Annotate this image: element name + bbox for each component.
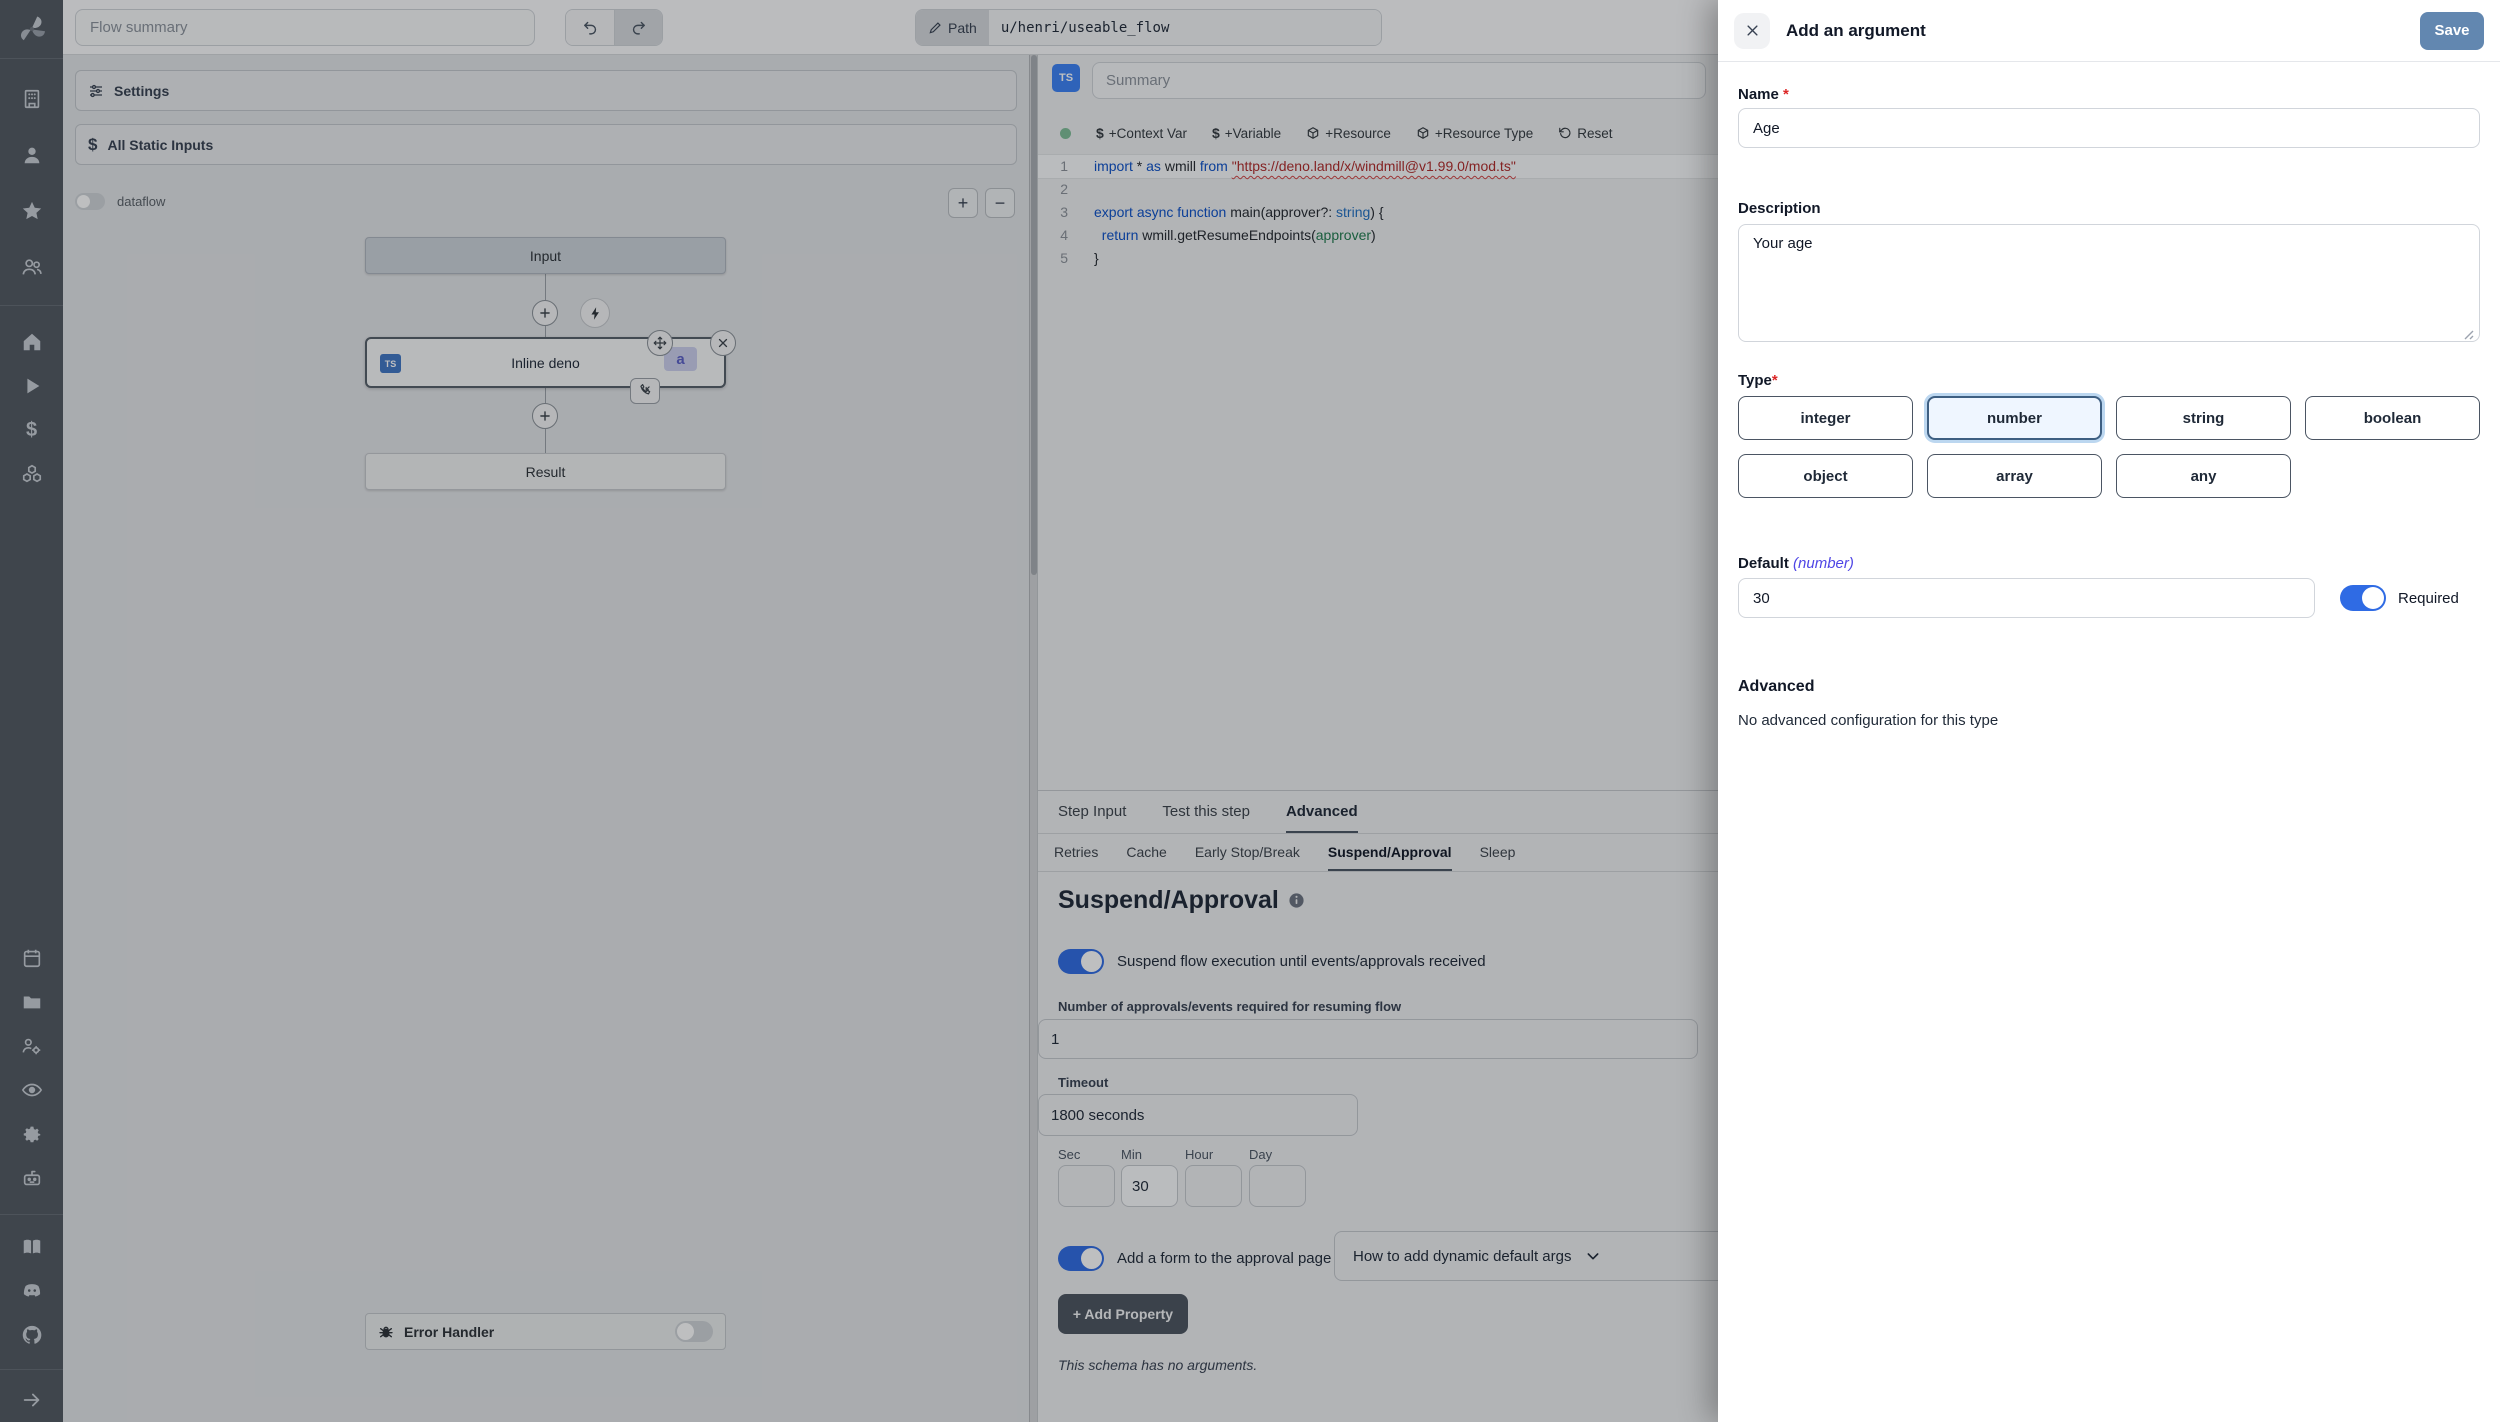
drawer-title: Add an argument	[1786, 21, 1926, 41]
default-type-hint: (number)	[1793, 555, 1854, 572]
name-label: Name *	[1738, 86, 1789, 103]
required-label: Required	[2398, 590, 2459, 607]
type-selector: integer number string boolean object arr…	[1738, 396, 2480, 498]
type-object-button[interactable]: object	[1738, 454, 1913, 498]
description-label: Description	[1738, 200, 1821, 217]
add-argument-drawer: Add an argument Save Name * Description …	[1718, 0, 2500, 1422]
type-label: Type*	[1738, 372, 1778, 389]
argument-description-textarea[interactable]: Your age	[1738, 224, 2480, 342]
save-button[interactable]: Save	[2420, 12, 2484, 50]
default-value-input[interactable]	[1738, 578, 2315, 618]
type-any-button[interactable]: any	[2116, 454, 2291, 498]
type-number-button[interactable]: number	[1927, 396, 2102, 440]
required-asterisk: *	[1772, 372, 1778, 389]
type-integer-button[interactable]: integer	[1738, 396, 1913, 440]
drawer-backdrop[interactable]	[0, 0, 1718, 1422]
type-boolean-button[interactable]: boolean	[2305, 396, 2480, 440]
type-string-button[interactable]: string	[2116, 396, 2291, 440]
type-array-button[interactable]: array	[1927, 454, 2102, 498]
drawer-header: Add an argument Save	[1718, 0, 2500, 62]
advanced-note: No advanced configuration for this type	[1738, 712, 1998, 729]
default-label: Default (number)	[1738, 555, 1854, 572]
close-icon	[1745, 23, 1760, 38]
required-toggle[interactable]	[2340, 585, 2386, 611]
advanced-heading: Advanced	[1738, 678, 1814, 696]
required-toggle-row: Required	[2340, 585, 2459, 611]
required-asterisk: *	[1783, 86, 1789, 103]
close-drawer-button[interactable]	[1734, 13, 1770, 49]
argument-name-input[interactable]	[1738, 108, 2480, 148]
windmill-flow-editor: $	[0, 0, 2500, 1422]
